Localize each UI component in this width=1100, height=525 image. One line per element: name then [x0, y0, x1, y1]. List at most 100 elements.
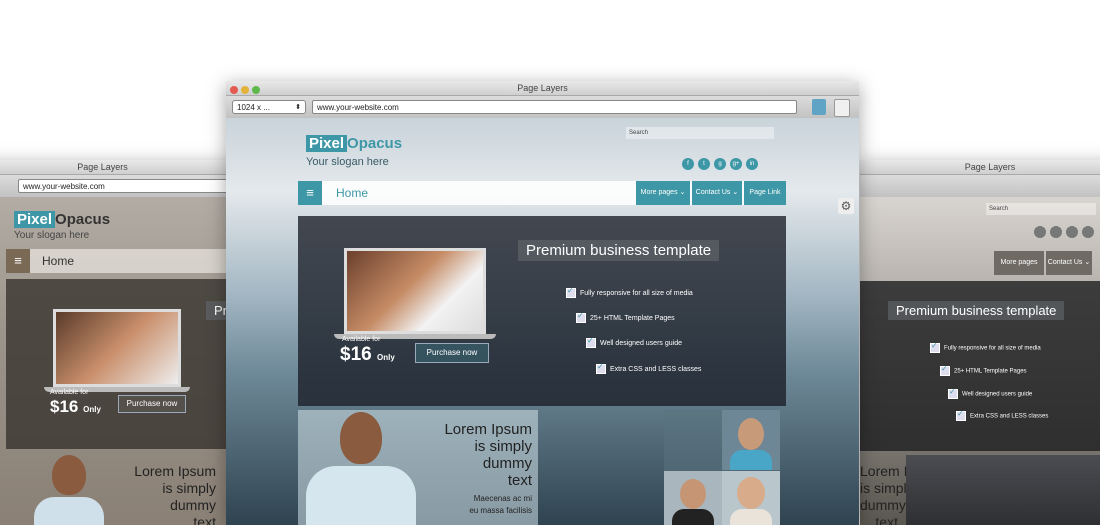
- main-laptop-screen: [344, 248, 486, 334]
- check-icon: [948, 387, 958, 399]
- twitter-icon[interactable]: [1050, 226, 1062, 238]
- main-hero: Available for $16 Only Purchase now Prem…: [298, 216, 786, 406]
- left-purchase-button[interactable]: Purchase now: [118, 395, 186, 413]
- main-social-icons: f t g g+ in: [678, 152, 758, 170]
- right-feature-4: Extra CSS and LESS classes: [956, 409, 1048, 421]
- right-social-icons: [1030, 225, 1094, 243]
- main-titlebar: Page Layers: [226, 81, 859, 96]
- left-logo: Pixel Opacus: [14, 211, 110, 228]
- team-photo-1-head: [738, 418, 764, 450]
- team-photo-2-shirt: [672, 509, 714, 525]
- team-photo-2: [664, 471, 722, 525]
- minimize-button[interactable]: [241, 86, 249, 94]
- right-hero: Premium business template Fully responsi…: [860, 281, 1100, 451]
- layers-icon[interactable]: [812, 99, 826, 115]
- right-lorem-heading: Lorem Ipsum is simply dummy text: [860, 463, 942, 525]
- right-city-photo: [906, 455, 1100, 525]
- viewport-size-select[interactable]: 1024 x ... ⬍: [232, 100, 306, 114]
- left-window-title: Page Layers: [77, 162, 128, 172]
- main-person-shirt: [306, 466, 416, 525]
- purchase-button[interactable]: Purchase now: [415, 343, 489, 363]
- team-photo-2-head: [680, 479, 706, 509]
- right-feature-2: 25+ HTML Template Pages: [940, 364, 1027, 376]
- github-icon[interactable]: [1066, 226, 1078, 238]
- left-person-photo: [30, 455, 108, 525]
- team-photo-3: [722, 471, 780, 525]
- right-search-field[interactable]: Search: [986, 203, 1096, 215]
- right-titlebar: Page Layers: [860, 160, 1100, 175]
- team-photo-1-shirt: [730, 450, 772, 470]
- right-nav-contact[interactable]: Contact Us ⌄: [1046, 251, 1092, 275]
- main-person-photo: [300, 410, 420, 525]
- settings-gear-icon[interactable]: ⚙: [838, 198, 854, 214]
- left-nav: ≡ Home: [6, 249, 235, 273]
- nav-page-link[interactable]: Page Link: [744, 181, 786, 205]
- menu-icon[interactable]: ≡: [298, 181, 322, 205]
- close-button[interactable]: [230, 86, 238, 94]
- left-person-head: [52, 455, 86, 495]
- check-icon: [586, 336, 596, 348]
- hero-title: Premium business template: [518, 240, 720, 261]
- main-search-field[interactable]: Search: [626, 127, 774, 139]
- right-browser-window: Page Layers Search More pages Contact Us…: [860, 160, 1100, 525]
- price: $16 Only: [340, 344, 395, 365]
- left-menu-icon[interactable]: ≡: [6, 249, 30, 273]
- left-page: Pixel Opacus Your slogan here ≡ Home Pr A…: [0, 197, 235, 525]
- main-url-field[interactable]: www.your-website.com: [312, 100, 797, 114]
- left-hero: Pr Available for $16 Only Purchase now: [6, 279, 235, 449]
- team-photo-3-head: [737, 477, 765, 509]
- left-person-shirt: [34, 497, 104, 525]
- check-icon: [566, 286, 576, 298]
- feature-2: 25+ HTML Template Pages: [576, 311, 675, 323]
- right-feature-1: Fully responsive for all size of media: [930, 341, 1041, 353]
- main-page: Search Pixel Opacus Your slogan here ftgg…: [226, 118, 859, 525]
- nav-home[interactable]: Home: [336, 181, 368, 205]
- main-browser-window: Page Layers 1024 x ... ⬍ www.your-website…: [226, 81, 859, 525]
- left-titlebar: Page Layers: [0, 160, 235, 175]
- main-logo: Pixel Opacus: [306, 135, 402, 152]
- feature-3: Well designed users guide: [586, 336, 682, 348]
- left-available-for: Available for: [50, 389, 89, 396]
- github-icon[interactable]: g: [714, 158, 726, 170]
- googleplus-icon[interactable]: g+: [730, 158, 742, 170]
- left-laptop-screen: [53, 309, 181, 387]
- left-browser-window: Page Layers www.your-website.com Pixel Op…: [0, 160, 235, 525]
- nav-more-pages[interactable]: More pages ⌄: [636, 181, 690, 205]
- team-photo-1: [722, 410, 780, 470]
- googleplus-icon[interactable]: [1082, 226, 1094, 238]
- check-icon: [576, 311, 586, 323]
- check-icon: [930, 341, 940, 353]
- updown-icon: ⬍: [295, 104, 301, 111]
- available-for-label: Available for: [342, 336, 381, 343]
- feature-4: Extra CSS and LESS classes: [596, 362, 701, 374]
- main-toolbar: 1024 x ... ⬍ www.your-website.com: [226, 96, 859, 119]
- right-nav-more-pages[interactable]: More pages: [994, 251, 1044, 275]
- linkedin-icon[interactable]: in: [746, 158, 758, 170]
- facebook-icon[interactable]: [1034, 226, 1046, 238]
- left-lorem-heading: Lorem Ipsum is simply dummy text: [134, 463, 216, 525]
- nav-contact-us[interactable]: Contact Us ⌄: [692, 181, 742, 205]
- team-photo-3-shirt: [730, 509, 772, 525]
- main-window-title: Page Layers: [517, 83, 568, 93]
- main-slogan: Your slogan here: [306, 156, 389, 168]
- facebook-icon[interactable]: f: [682, 158, 694, 170]
- left-toolbar: www.your-website.com: [0, 175, 235, 198]
- main-nav: ≡ Home More pages ⌄ Contact Us ⌄ Page Li…: [298, 181, 786, 205]
- right-window-title: Page Layers: [964, 162, 1016, 172]
- left-nav-home[interactable]: Home: [42, 249, 74, 273]
- feature-1: Fully responsive for all size of media: [566, 286, 693, 298]
- check-icon: [956, 409, 966, 421]
- check-icon: [596, 362, 606, 374]
- left-url-field[interactable]: www.your-website.com: [18, 179, 235, 193]
- right-toolbar: [860, 175, 1100, 198]
- main-lorem-heading: Lorem Ipsum is simply dummy text Maecena…: [444, 421, 532, 515]
- zoom-button[interactable]: [252, 86, 260, 94]
- left-price: $16 Only: [50, 397, 101, 416]
- right-hero-title: Premium business template: [888, 301, 1065, 320]
- twitter-icon[interactable]: t: [698, 158, 710, 170]
- main-person-head: [340, 412, 382, 464]
- check-icon: [940, 364, 950, 376]
- right-feature-3: Well designed users guide: [948, 387, 1032, 399]
- document-icon[interactable]: [834, 99, 850, 117]
- left-slogan: Your slogan here: [14, 230, 90, 241]
